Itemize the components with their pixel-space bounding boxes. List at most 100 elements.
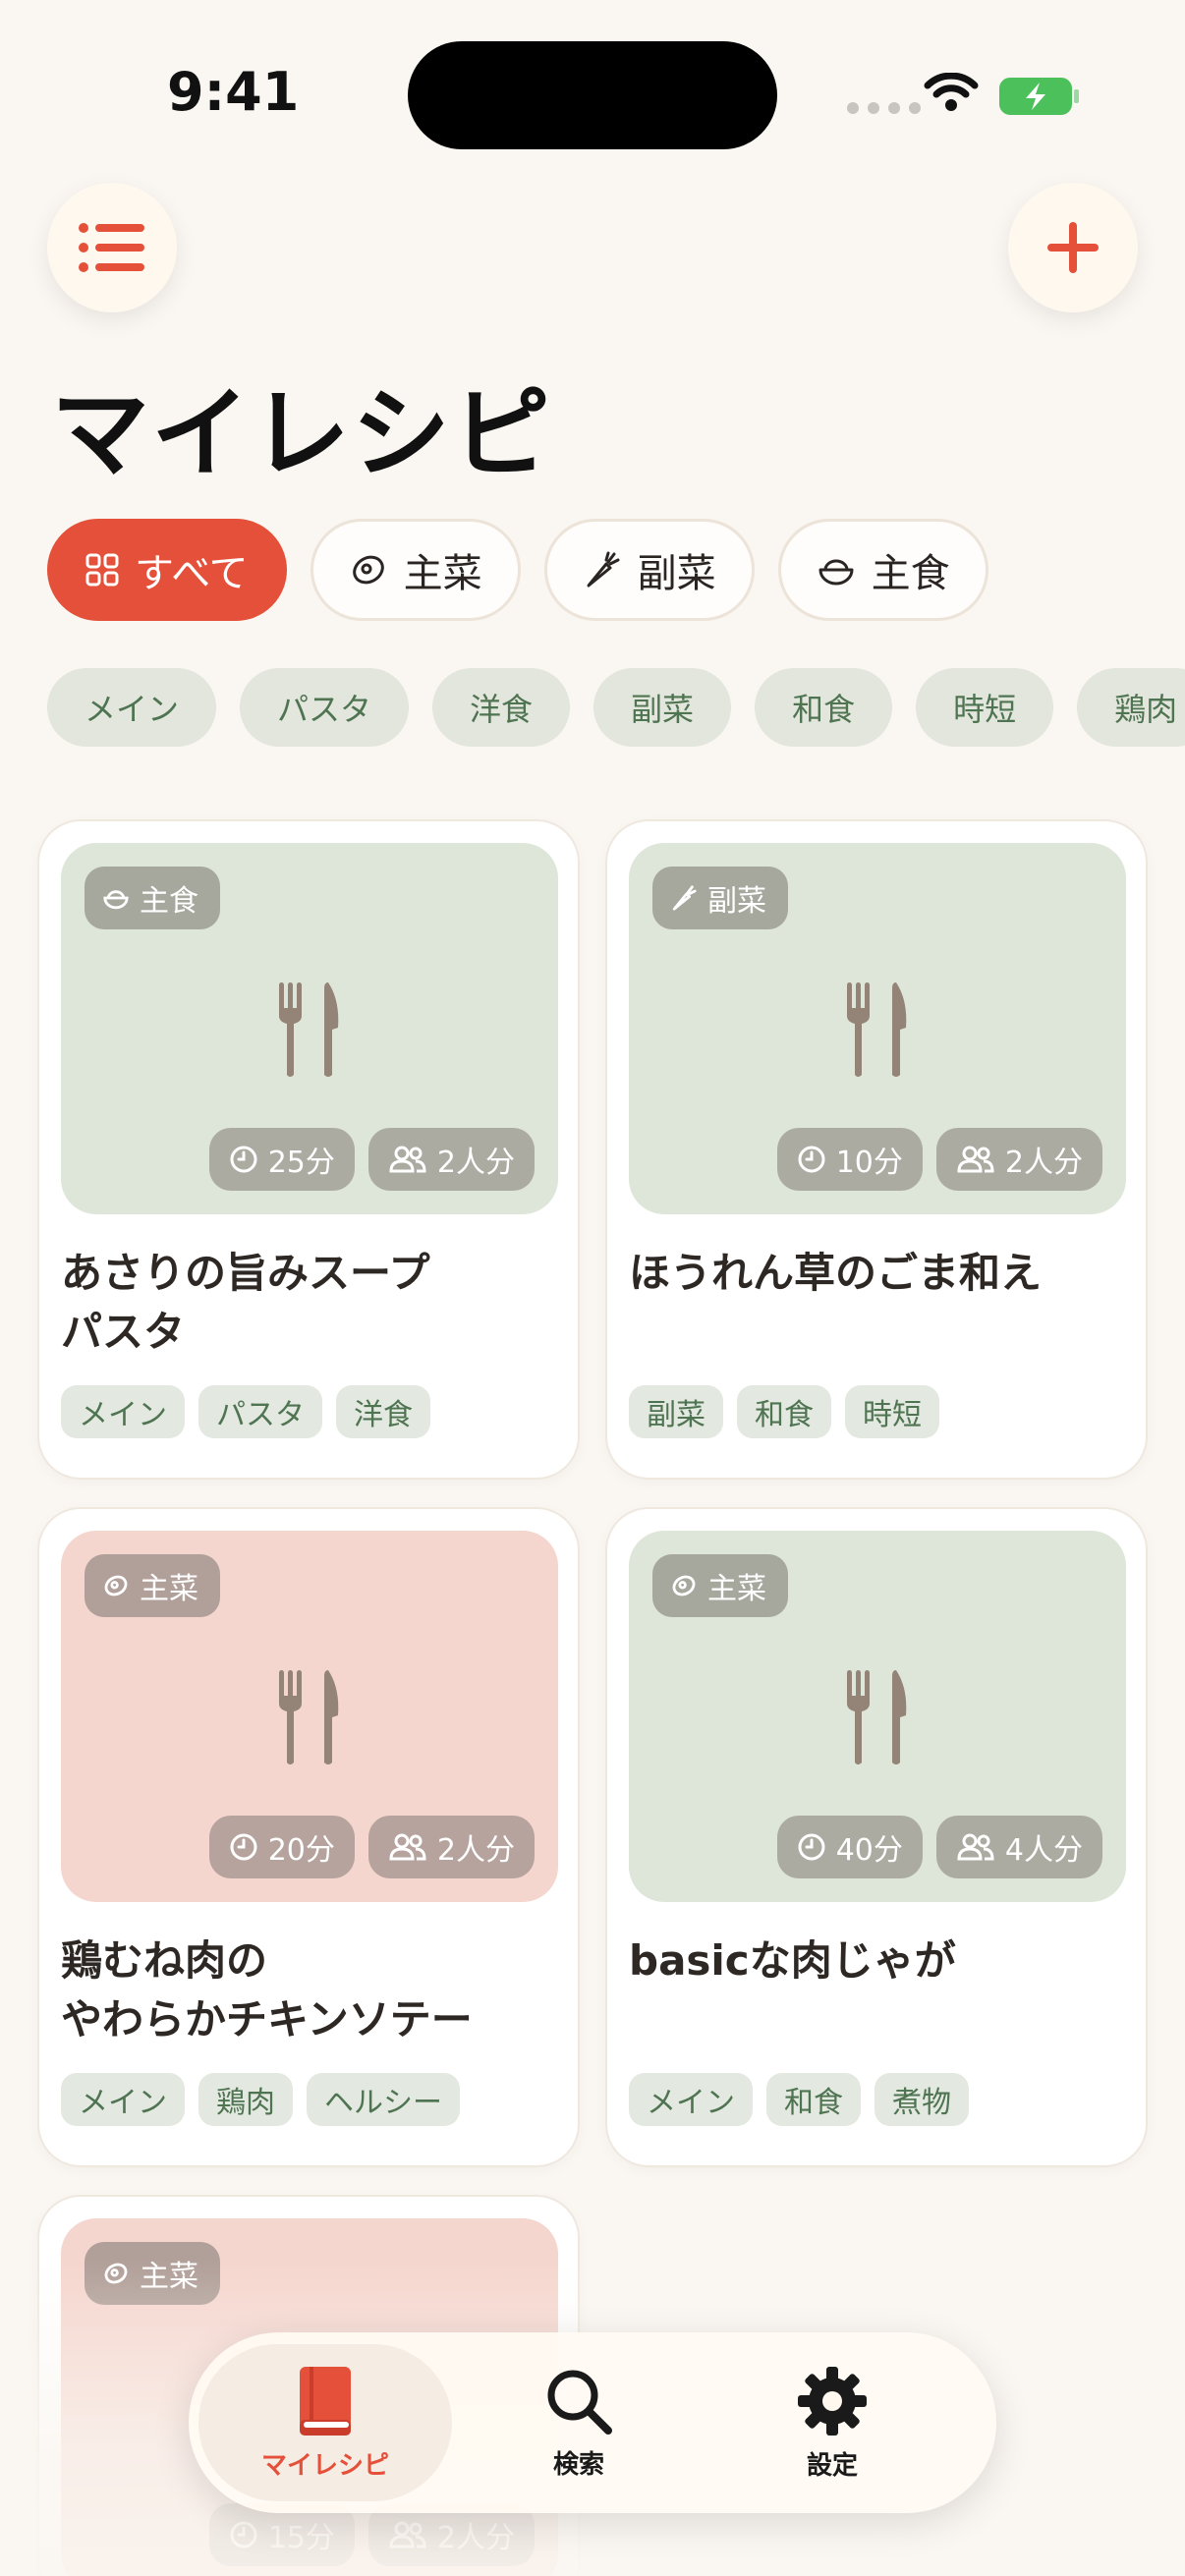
tab-bar: マイレシピ 検索 設定	[189, 2332, 996, 2513]
segment-all[interactable]: すべて	[47, 519, 287, 621]
servings-pill: 4人分	[935, 1816, 1102, 1878]
cook-time-pill: 20分	[208, 1816, 355, 1878]
recipe-tags: メイン 鶏肉 ヘルシー	[61, 2073, 460, 2126]
tab-label: 設定	[806, 2450, 858, 2481]
category-badge: 主食	[85, 867, 220, 929]
segment-label: 主食	[871, 551, 950, 596]
tag-chip[interactable]: 鶏肉	[1077, 668, 1185, 747]
tag-chip[interactable]: 時短	[916, 668, 1054, 747]
recipe-tag: メイン	[61, 1385, 185, 1438]
servings-pill: 2人分	[935, 1128, 1102, 1191]
category-badge: 主菜	[85, 2242, 220, 2305]
cook-time: 25分	[267, 1146, 335, 1180]
list-icon	[79, 223, 144, 272]
tag-chip[interactable]: 和食	[755, 668, 893, 747]
fork-knife-icon	[847, 982, 907, 1077]
menu-button[interactable]	[47, 183, 177, 312]
recipe-title: basicな肉じゃが	[629, 1936, 956, 1985]
recipe-title: あさりの旨みスープ パスタ	[61, 1249, 430, 1356]
segment-main-dish[interactable]: 主菜	[310, 519, 521, 621]
recipe-meta: 10分 2人分	[776, 1128, 1102, 1191]
tag-chip[interactable]: 洋食	[432, 668, 571, 747]
segment-label: 主菜	[403, 551, 482, 596]
tag-chip[interactable]: 副菜	[593, 668, 732, 747]
carrot-icon	[587, 551, 620, 588]
tag-chip[interactable]: メイン	[47, 668, 217, 747]
clock-icon	[230, 2521, 257, 2548]
recipe-card[interactable]: 主食 25分 2人分 あさりの旨みスープ パスタ メイン パスタ 洋食	[37, 819, 580, 1480]
status-bar: 9:41	[0, 0, 1185, 187]
fork-knife-icon	[847, 1670, 907, 1764]
recipe-tag: メイン	[629, 2073, 753, 2126]
recipe-tags: メイン パスタ 洋食	[61, 1385, 430, 1438]
category-segments: すべて 主菜 副菜 主食	[47, 519, 988, 621]
tag-chip[interactable]: パスタ	[240, 668, 410, 747]
servings: 2人分	[436, 1146, 515, 1180]
recipe-title: 鶏むね肉の やわらかチキンソテー	[61, 1936, 473, 2044]
recipe-image-placeholder: 主食 25分 2人分	[61, 843, 558, 1214]
rice-bowl-icon	[103, 890, 129, 910]
segment-side-dish[interactable]: 副菜	[543, 519, 755, 621]
rice-bowl-icon	[818, 559, 854, 586]
fork-knife-icon	[279, 1670, 339, 1764]
tab-search[interactable]: 検索	[452, 2344, 705, 2501]
category-badge: 副菜	[652, 867, 788, 929]
meat-icon	[104, 1575, 128, 1596]
recipe-image-placeholder: 副菜 10分 2人分	[629, 843, 1126, 1214]
recipe-tag: ヘルシー	[307, 2073, 460, 2126]
gear-icon	[798, 2366, 867, 2436]
book-icon	[300, 2366, 351, 2436]
recipe-meta: 20分 2人分	[208, 1816, 535, 1878]
category-label: 主食	[140, 884, 198, 919]
grid-icon	[85, 553, 119, 587]
clock-icon	[798, 1146, 825, 1173]
segment-staple[interactable]: 主食	[777, 519, 988, 621]
clock-icon	[798, 1833, 825, 1861]
recipe-card[interactable]: 副菜 10分 2人分 ほうれん草のごま和え 副菜 和食 時短	[605, 819, 1148, 1480]
category-badge: 主菜	[85, 1554, 220, 1617]
recipe-card[interactable]: 主菜 20分 2人分 鶏むね肉の やわらかチキンソテー メイン 鶏肉 ヘルシー	[37, 1507, 580, 2167]
recipe-tag: 洋食	[336, 1385, 430, 1438]
recipe-tag: パスタ	[198, 1385, 322, 1438]
recipe-title: ほうれん草のごま和え	[629, 1249, 1043, 1297]
status-time: 9:41	[167, 61, 300, 123]
category-label: 主菜	[140, 2260, 198, 2294]
tab-settings[interactable]: 設定	[705, 2344, 959, 2501]
meat-icon	[672, 1575, 696, 1596]
recipe-meta: 25分 2人分	[208, 1128, 535, 1191]
clock-icon	[230, 1833, 257, 1861]
recipe-tag: 副菜	[629, 1385, 723, 1438]
cook-time-pill: 25分	[208, 1128, 355, 1191]
clock-icon	[230, 1146, 257, 1173]
servings: 2人分	[436, 2521, 515, 2555]
people-icon	[389, 1146, 426, 1173]
servings-pill: 2人分	[367, 1128, 535, 1191]
tab-label: マイレシピ	[260, 2450, 389, 2481]
servings: 2人分	[1004, 1146, 1083, 1180]
meat-icon	[104, 2263, 128, 2284]
servings-pill: 2人分	[367, 1816, 535, 1878]
category-badge: 主菜	[652, 1554, 788, 1617]
recipe-tag: 和食	[737, 1385, 831, 1438]
recipe-tags: メイン 和食 煮物	[629, 2073, 969, 2126]
category-label: 主菜	[707, 1572, 766, 1606]
fork-knife-icon	[279, 982, 339, 1077]
recipe-tags: 副菜 和食 時短	[629, 1385, 939, 1438]
recipe-tag: 鶏肉	[198, 2073, 293, 2126]
recipe-tag: 時短	[845, 1385, 939, 1438]
plus-icon	[1047, 222, 1099, 273]
people-icon	[389, 1833, 426, 1861]
tab-my-recipes[interactable]: マイレシピ	[198, 2344, 452, 2501]
recipe-meta: 40分 4人分	[776, 1816, 1102, 1878]
recipe-image-placeholder: 主菜 40分 4人分	[629, 1531, 1126, 1902]
people-icon	[389, 2521, 426, 2548]
cook-time: 15分	[267, 2521, 335, 2555]
add-recipe-button[interactable]	[1008, 183, 1138, 312]
recipe-card[interactable]: 主菜 40分 4人分 basicな肉じゃが メイン 和食 煮物	[605, 1507, 1148, 2167]
segment-label: すべて	[135, 551, 249, 596]
dynamic-island	[408, 41, 777, 149]
meat-icon	[352, 555, 384, 585]
cook-time: 10分	[835, 1146, 903, 1180]
recipe-image-placeholder: 主菜 20分 2人分	[61, 1531, 558, 1902]
carrot-icon	[672, 885, 697, 911]
